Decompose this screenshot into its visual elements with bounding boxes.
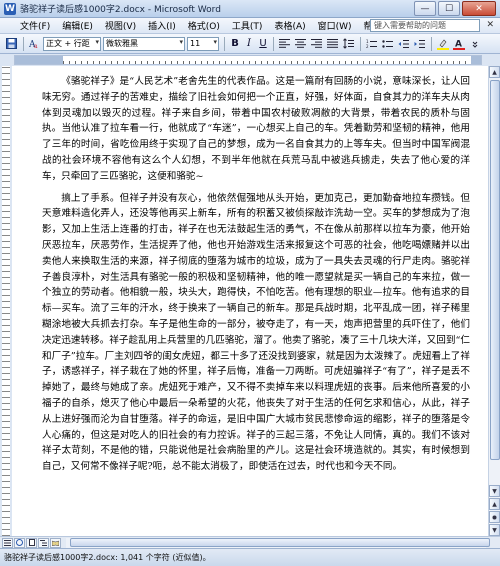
toolbar-separator: [224, 36, 225, 51]
toolbar-separator: [360, 36, 361, 51]
chevron-down-icon: ▾: [213, 37, 217, 46]
previous-page-button[interactable]: ▲: [489, 498, 500, 510]
toolbar-separator: [431, 36, 432, 51]
normal-view-icon[interactable]: [2, 537, 13, 548]
scroll-thumb[interactable]: [490, 80, 500, 460]
underline-button[interactable]: U: [256, 36, 270, 51]
word-count-status: 骆驼祥子读后感1000字2.docx: 1,041 个字符 (近似值)。: [4, 553, 211, 562]
horizontal-ruler[interactable]: [0, 54, 500, 66]
horizontal-scroll-thumb[interactable]: [70, 537, 490, 547]
ruler-left-margin: [15, 56, 63, 64]
outline-view-icon[interactable]: [38, 537, 49, 548]
increase-indent-icon[interactable]: [412, 36, 427, 51]
maximize-button[interactable]: ☐: [438, 1, 460, 16]
window-title: 骆驼祥子读后感1000字2.docx - Microsoft Word: [20, 5, 221, 15]
menu-insert[interactable]: 插入(I): [142, 19, 182, 32]
toolbar-overflow-icon[interactable]: [467, 36, 482, 51]
highlight-icon[interactable]: [435, 36, 450, 51]
web-layout-view-icon[interactable]: [14, 537, 25, 548]
help-search-input[interactable]: 键入需要帮助的问题: [370, 19, 480, 32]
document-paragraph[interactable]: 搞上了手系。但祥子并没有灰心，他依然倔强地从头开始，更加克己，更加勤奋地拉车攒钱…: [42, 191, 470, 475]
status-bar: 骆驼祥子读后感1000字2.docx: 1,041 个字符 (近似值)。: [0, 548, 500, 566]
scroll-bottom-group: ▼ ▲ ▼: [489, 484, 500, 536]
chevron-down-icon: ▾: [95, 37, 99, 46]
decrease-indent-icon[interactable]: [396, 36, 411, 51]
print-layout-view-icon[interactable]: [26, 537, 37, 548]
font-value: 微软雅黑: [106, 39, 138, 48]
bold-button[interactable]: B: [228, 36, 242, 51]
svg-text:a: a: [34, 43, 38, 49]
menu-tools[interactable]: 工具(T): [226, 19, 269, 32]
vertical-ruler-ticks: [2, 66, 10, 536]
font-size-value: 11: [190, 39, 201, 48]
font-color-icon[interactable]: A: [451, 36, 466, 51]
scroll-up-button[interactable]: ▲: [489, 66, 500, 78]
chevron-down-icon: ▾: [179, 37, 183, 46]
reading-view-icon[interactable]: [50, 537, 61, 548]
menu-bar: 文件(F) 编辑(E) 视图(V) 插入(I) 格式(O) 工具(T) 表格(A…: [0, 18, 500, 34]
style-select[interactable]: 正文 + 行距 ▾: [43, 36, 101, 51]
vertical-ruler[interactable]: [0, 66, 12, 536]
browse-object-button[interactable]: [489, 511, 500, 523]
italic-button[interactable]: I: [242, 36, 256, 51]
title-bar: W 骆驼祥子读后感1000字2.docx - Microsoft Word — …: [0, 0, 500, 18]
line-spacing-icon[interactable]: [341, 36, 356, 51]
ruler-right-margin: [471, 56, 481, 64]
window-controls: — ☐ ✕: [414, 1, 496, 16]
formatting-toolbar: Aa 正文 + 行距 ▾ 微软雅黑 ▾ 11 ▾ B I U 12 A: [0, 34, 500, 54]
style-value: 正文 + 行距: [46, 39, 90, 48]
scroll-down-button[interactable]: ▼: [489, 485, 500, 497]
align-left-icon[interactable]: [277, 36, 292, 51]
toolbar-separator: [23, 36, 24, 51]
horizontal-scroll-track[interactable]: [66, 537, 490, 548]
align-right-icon[interactable]: [309, 36, 324, 51]
minimize-button[interactable]: —: [414, 1, 436, 16]
document-page[interactable]: 《骆驼祥子》是“人民艺术”老舍先生的代表作品。这是一篇耐有回肠的小说，意味深长，…: [42, 74, 470, 475]
menu-edit[interactable]: 编辑(E): [56, 19, 99, 32]
menu-window[interactable]: 窗口(W): [312, 19, 358, 32]
document-area[interactable]: 《骆驼祥子》是“人民艺术”老舍先生的代表作品。这是一篇耐有回肠的小说，意味深长，…: [12, 66, 488, 536]
font-size-select[interactable]: 11 ▾: [187, 36, 219, 51]
bullets-icon[interactable]: [380, 36, 395, 51]
vertical-scrollbar[interactable]: ▲ ▼ ▲ ▼: [488, 66, 500, 536]
font-select[interactable]: 微软雅黑 ▾: [103, 36, 185, 51]
svg-text:2: 2: [366, 44, 369, 49]
close-document-icon[interactable]: ✕: [486, 20, 494, 30]
menu-format[interactable]: 格式(O): [182, 19, 226, 32]
menu-view[interactable]: 视图(V): [99, 19, 142, 32]
styles-pane-icon[interactable]: Aa: [27, 36, 42, 51]
ruler-bar: [14, 55, 482, 65]
ruler-ticks: [63, 61, 471, 64]
justify-icon[interactable]: [325, 36, 340, 51]
next-page-button[interactable]: ▼: [489, 524, 500, 536]
align-center-icon[interactable]: [293, 36, 308, 51]
menu-file[interactable]: 文件(F): [14, 19, 56, 32]
word-app-icon: W: [4, 2, 16, 15]
close-button[interactable]: ✕: [462, 1, 496, 16]
toolbar-separator: [273, 36, 274, 51]
save-icon[interactable]: [4, 36, 19, 51]
menu-table[interactable]: 表格(A): [268, 19, 311, 32]
numbering-icon[interactable]: 12: [364, 36, 379, 51]
horizontal-scrollbar[interactable]: [0, 536, 500, 548]
document-paragraph[interactable]: 《骆驼祥子》是“人民艺术”老舍先生的代表作品。这是一篇耐有回肠的小说，意味深长，…: [42, 74, 470, 185]
